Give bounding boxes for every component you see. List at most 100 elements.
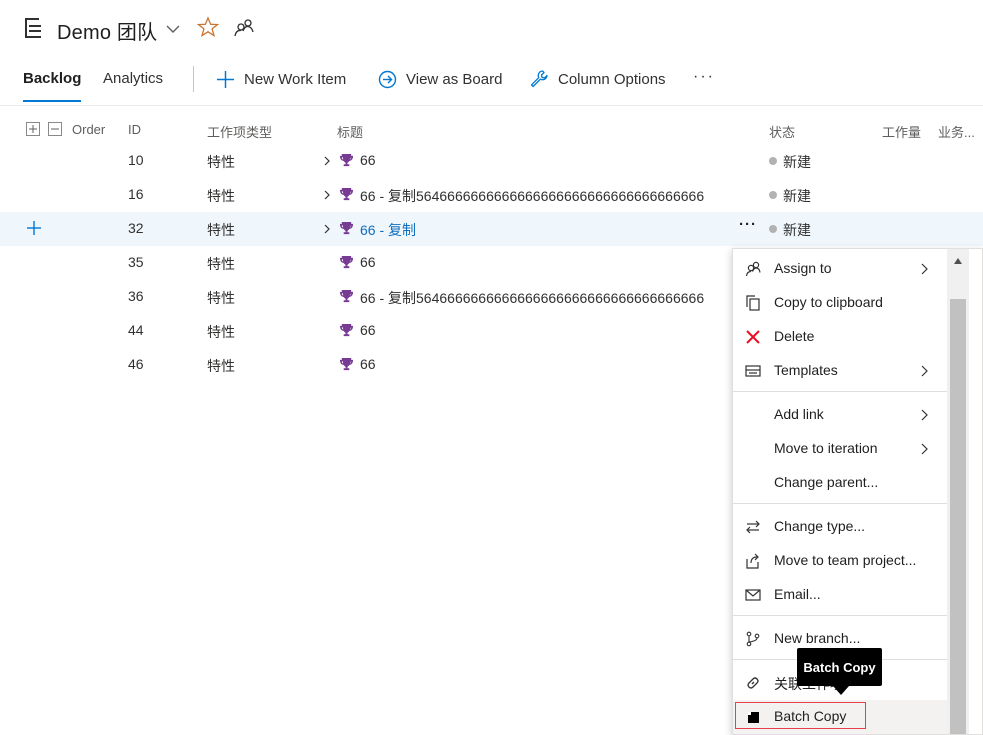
menu-item-delete[interactable]: Delete xyxy=(733,320,947,354)
tooltip-beak xyxy=(833,686,849,695)
row-title[interactable]: 66 - 复制 xyxy=(360,220,416,240)
row-title[interactable]: 66 - 复制564666666666666666666666666666666… xyxy=(360,288,704,308)
trophy-icon xyxy=(339,323,354,337)
tab-analytics[interactable]: Analytics xyxy=(103,70,163,87)
favorite-star-icon[interactable] xyxy=(197,16,219,38)
page-header: Demo 团队 xyxy=(0,0,983,60)
trophy-icon xyxy=(339,187,354,201)
menu-item-copy-to-clipboard[interactable]: Copy to clipboard xyxy=(733,286,947,320)
menu-label: Change parent... xyxy=(774,474,879,490)
swap-arrows-icon xyxy=(746,520,760,534)
state-dot xyxy=(769,157,777,165)
add-child-icon[interactable] xyxy=(26,220,42,236)
row-type: 特性 xyxy=(207,290,235,306)
chevron-right-icon[interactable] xyxy=(322,190,332,200)
menu-label: Delete xyxy=(774,328,815,344)
menu-label: Change type... xyxy=(774,518,866,534)
row-type: 特性 xyxy=(207,188,235,204)
menu-separator xyxy=(733,391,947,392)
tab-backlog[interactable]: Backlog xyxy=(23,70,81,87)
row-type: 特性 xyxy=(207,358,235,374)
menu-item-add-link[interactable]: Add link xyxy=(733,398,947,432)
menu-label: Templates xyxy=(774,362,838,378)
chevron-right-icon[interactable] xyxy=(322,224,332,234)
menu-item-move-to-team-project[interactable]: Move to team project... xyxy=(733,544,947,578)
row-title[interactable]: 66 xyxy=(360,152,376,168)
scroll-up-arrow-icon[interactable] xyxy=(953,257,963,265)
team-title[interactable]: Demo 团队 xyxy=(57,16,157,45)
backlog-icon xyxy=(25,18,41,38)
collapse-all-icon[interactable] xyxy=(48,122,62,136)
column-options-label: Column Options xyxy=(558,70,666,88)
expand-all-icon[interactable] xyxy=(26,122,40,136)
row-id: 36 xyxy=(128,288,144,304)
new-work-item-button[interactable]: New Work Item xyxy=(216,68,346,90)
trophy-icon xyxy=(339,255,354,269)
menu-scrollbar[interactable] xyxy=(947,249,969,734)
row-state: 新建 xyxy=(783,154,811,170)
row-title[interactable]: 66 xyxy=(360,254,376,270)
menu-item-templates[interactable]: Templates xyxy=(733,354,947,388)
column-header-business[interactable]: 业务... xyxy=(938,122,975,141)
menu-label: Copy to clipboard xyxy=(774,294,883,310)
state-dot xyxy=(769,225,777,233)
chevron-right-icon xyxy=(921,443,928,455)
template-icon xyxy=(745,365,761,377)
menu-label: Move to iteration xyxy=(774,440,878,456)
person-icon xyxy=(745,261,761,277)
row-state: 新建 xyxy=(783,222,811,238)
column-options-button[interactable]: Column Options xyxy=(529,68,666,90)
chevron-right-icon xyxy=(921,263,928,275)
row-title[interactable]: 66 xyxy=(360,356,376,372)
menu-item-assign-to[interactable]: Assign to xyxy=(733,252,947,286)
row-title[interactable]: 66 xyxy=(360,322,376,338)
toolbar-divider xyxy=(193,66,194,92)
menu-label: Move to team project... xyxy=(774,552,917,568)
column-header-title[interactable]: 标题 xyxy=(337,122,363,141)
chevron-right-icon[interactable] xyxy=(322,156,332,166)
wrench-icon xyxy=(530,70,548,88)
row-title[interactable]: 66 - 复制564666666666666666666666666666666… xyxy=(360,186,704,206)
menu-separator xyxy=(733,503,947,504)
row-more-button[interactable]: ··· xyxy=(739,216,757,233)
team-members-icon[interactable] xyxy=(233,17,255,39)
view-as-board-button[interactable]: View as Board xyxy=(378,68,502,90)
view-as-board-label: View as Board xyxy=(406,70,503,88)
row-id: 44 xyxy=(128,322,144,338)
row-id: 32 xyxy=(128,220,144,236)
row-id: 10 xyxy=(128,152,144,168)
column-header-order[interactable]: Order xyxy=(72,122,105,137)
table-row[interactable]: 16 特性 66 - 复制564666666666666666666666666… xyxy=(0,178,983,212)
table-row[interactable]: 10 特性 66 新建 xyxy=(0,144,983,178)
menu-item-batch-copy[interactable]: Batch Copy xyxy=(733,700,947,734)
move-icon xyxy=(746,553,759,569)
menu-item-move-to-iteration[interactable]: Move to iteration xyxy=(733,432,947,466)
more-actions-button[interactable]: ··· xyxy=(693,68,715,86)
menu-label: Add link xyxy=(774,406,824,422)
row-type: 特性 xyxy=(207,222,235,238)
row-state: 新建 xyxy=(783,188,811,204)
column-header-type[interactable]: 工作项类型 xyxy=(207,122,272,141)
chevron-down-icon[interactable] xyxy=(164,20,182,38)
trophy-icon xyxy=(339,357,354,371)
new-work-item-label: New Work Item xyxy=(244,70,347,88)
menu-label: Email... xyxy=(774,586,821,602)
column-header-id[interactable]: ID xyxy=(128,122,141,137)
column-header-state[interactable]: 状态 xyxy=(769,122,795,141)
menu-label: Batch Copy xyxy=(774,708,847,724)
menu-item-change-parent[interactable]: Change parent... xyxy=(733,466,947,500)
row-id: 16 xyxy=(128,186,144,202)
menu-label: Assign to xyxy=(774,260,832,276)
column-header-effort[interactable]: 工作量 xyxy=(882,122,921,141)
menu-item-email[interactable]: Email... xyxy=(733,578,947,612)
link-icon xyxy=(747,677,759,689)
table-row-selected[interactable]: 32 特性 66 - 复制 ··· 新建 xyxy=(0,212,983,246)
tab-bar: Backlog Analytics New Work Item View as … xyxy=(0,60,983,106)
batch-copy-icon xyxy=(748,712,759,723)
trophy-icon xyxy=(339,221,354,235)
menu-item-change-type[interactable]: Change type... xyxy=(733,510,947,544)
trophy-icon xyxy=(339,289,354,303)
copy-icon xyxy=(746,295,760,311)
row-id: 46 xyxy=(128,356,144,372)
scroll-thumb[interactable] xyxy=(950,299,966,734)
